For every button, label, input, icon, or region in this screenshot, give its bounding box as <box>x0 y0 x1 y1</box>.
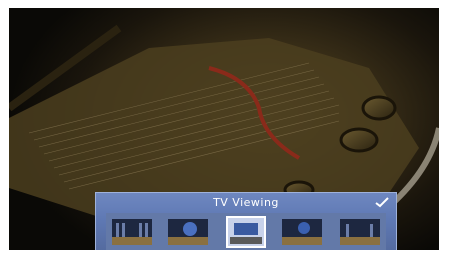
globe-seats-icon <box>282 219 322 245</box>
checkmark-icon[interactable] <box>374 196 390 208</box>
dialog-title: TV Viewing <box>213 196 279 209</box>
thumbnail-strip <box>106 213 386 250</box>
globe-scene-icon <box>168 219 208 245</box>
hall-seats-icon <box>340 219 380 245</box>
theater-seats-icon <box>112 219 152 245</box>
globe-scene-thumbnail[interactable] <box>168 219 208 245</box>
tv-viewing-icon <box>228 218 264 246</box>
hall-seats-thumbnail[interactable] <box>340 219 380 245</box>
tv-viewing-thumbnail[interactable] <box>226 216 266 248</box>
scene-select-dialog: TV Viewing <box>95 192 397 250</box>
globe-seats-thumbnail[interactable] <box>282 219 322 245</box>
background-scene: TV Viewing <box>9 8 439 250</box>
theater-seats-thumbnail[interactable] <box>112 219 152 245</box>
